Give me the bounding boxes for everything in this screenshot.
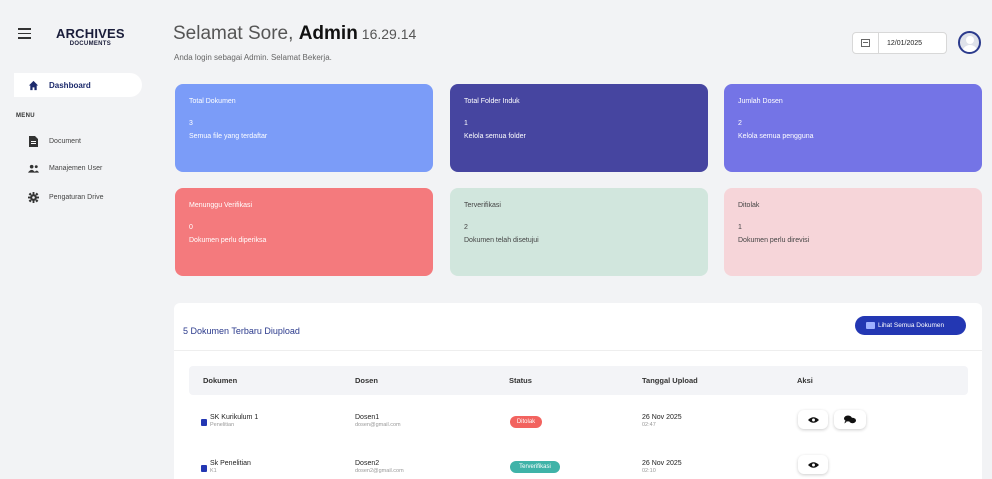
card-jumlah-dosen[interactable]: Jumlah Dosen 2 Kelola semua pengguna	[724, 84, 982, 172]
card-title: Terverifikasi	[464, 202, 501, 209]
card-desc: Kelola semua pengguna	[738, 133, 814, 140]
doc-name: SK Kurikulum 1	[210, 414, 259, 421]
avatar[interactable]	[958, 31, 981, 54]
card-value: 2	[464, 224, 468, 231]
upload-time: 02:47	[642, 422, 656, 428]
file-icon	[201, 419, 207, 426]
divider	[174, 350, 982, 351]
calendar-icon	[861, 39, 870, 47]
page-title: Selamat Sore, Admin 16.29.14	[173, 23, 416, 45]
doc-name: Sk Penelitian	[210, 460, 251, 467]
gear-icon	[28, 192, 39, 203]
dosen-name: Dosen2	[355, 460, 380, 467]
greeting-text: Selamat Sore,	[173, 23, 294, 44]
card-menunggu-verifikasi[interactable]: Menunggu Verifikasi 0 Dokumen perlu dipe…	[175, 188, 433, 276]
dosen-cell: Dosen2 dosen2@gmail.com	[355, 460, 404, 474]
folder-icon	[866, 322, 875, 329]
card-title: Menunggu Verifikasi	[189, 202, 253, 209]
column-header-aksi: Aksi	[797, 376, 813, 385]
sidebar-item-manajemen-user[interactable]: Manajemen User	[28, 163, 102, 174]
sidebar-item-label: Document	[49, 138, 81, 145]
upload-date: 26 Nov 2025	[642, 460, 682, 467]
card-total-folder-induk[interactable]: Total Folder Induk 1 Kelola semua folder	[450, 84, 708, 172]
sidebar-item-label: Dashboard	[49, 80, 91, 90]
card-desc: Kelola semua folder	[464, 133, 526, 140]
date-picker[interactable]: 12/01/2025	[852, 32, 947, 54]
table-header: Dokumen Dosen Status Tanggal Upload Aksi	[189, 366, 968, 395]
dosen-name: Dosen1	[355, 414, 380, 421]
menu-heading: MENU	[16, 113, 35, 119]
date-cell: 26 Nov 2025 02:47	[642, 414, 682, 428]
sidebar: ARCHIVES DOCUMENTS Dashboard MENU Docume…	[0, 0, 152, 479]
sidebar-item-dashboard[interactable]: Dashboard	[14, 73, 142, 97]
card-value: 2	[738, 120, 742, 127]
users-icon	[28, 163, 39, 174]
eye-icon	[807, 416, 819, 423]
brand-title: ARCHIVES	[56, 26, 125, 41]
brand-subtitle: DOCUMENTS	[69, 41, 112, 47]
upload-date: 26 Nov 2025	[642, 414, 682, 421]
doc-cell: Sk Penelitian K1	[210, 460, 251, 474]
column-header-dokumen: Dokumen	[203, 376, 238, 385]
column-header-dosen: Dosen	[355, 376, 378, 385]
sidebar-item-pengaturan-drive[interactable]: Pengaturan Drive	[28, 192, 103, 203]
card-title: Total Dokumen	[189, 98, 236, 105]
column-header-tanggal-upload: Tanggal Upload	[642, 376, 698, 385]
hamburger-menu-icon[interactable]	[18, 28, 31, 39]
card-value: 1	[738, 224, 742, 231]
sidebar-item-document[interactable]: Document	[28, 136, 81, 147]
doc-category: Penelitian	[210, 422, 235, 428]
button-label: Lihat Semua Dokumen	[878, 322, 945, 329]
clock-time: 16.29.14	[361, 26, 417, 42]
file-icon	[201, 465, 207, 472]
divider	[878, 32, 879, 54]
card-desc: Dokumen perlu direvisi	[738, 237, 810, 244]
view-button[interactable]	[798, 455, 828, 474]
dosen-cell: Dosen1 dosen@gmail.com	[355, 414, 401, 428]
eye-icon	[807, 461, 819, 468]
card-ditolak[interactable]: Ditolak 1 Dokumen perlu direvisi	[724, 188, 982, 276]
card-value: 0	[189, 224, 193, 231]
recent-documents-panel: 5 Dokumen Terbaru Diupload Lihat Semua D…	[174, 303, 982, 479]
card-total-dokumen[interactable]: Total Dokumen 3 Semua file yang terdafta…	[175, 84, 433, 172]
upload-time: 02:10	[642, 468, 656, 474]
comments-icon	[844, 415, 856, 424]
avatar-head-icon	[966, 36, 974, 44]
panel-title: 5 Dokumen Terbaru Diupload	[183, 326, 300, 336]
sidebar-item-label: Manajemen User	[49, 165, 103, 172]
sidebar-item-label: Pengaturan Drive	[49, 194, 104, 201]
table-row: SK Kurikulum 1 Penelitian Dosen1 dosen@g…	[189, 404, 968, 440]
date-value: 12/01/2025	[887, 39, 923, 47]
card-desc: Semua file yang terdaftar	[189, 133, 268, 140]
doc-category: K1	[210, 468, 217, 474]
card-desc: Dokumen telah disetujui	[464, 237, 539, 244]
avatar-body-icon	[962, 45, 978, 52]
date-cell: 26 Nov 2025 02:10	[642, 460, 682, 474]
card-value: 1	[464, 120, 468, 127]
card-desc: Dokumen perlu diperiksa	[189, 237, 267, 244]
page-subtitle: Anda login sebagai Admin. Selamat Bekerj…	[174, 53, 332, 62]
comment-button[interactable]	[834, 410, 866, 429]
view-button[interactable]	[798, 410, 828, 429]
table-row: Sk Penelitian K1 Dosen2 dosen2@gmail.com…	[189, 453, 968, 479]
status-badge: Ditolak	[510, 416, 542, 428]
card-title: Ditolak	[738, 202, 760, 209]
card-title: Total Folder Induk	[464, 98, 520, 105]
card-title: Jumlah Dosen	[738, 98, 783, 105]
view-all-documents-button[interactable]: Lihat Semua Dokumen	[855, 316, 966, 335]
user-name: Admin	[298, 23, 358, 44]
card-terverifikasi[interactable]: Terverifikasi 2 Dokumen telah disetujui	[450, 188, 708, 276]
document-icon	[28, 136, 39, 147]
home-icon	[28, 80, 39, 91]
brand-logo: ARCHIVES DOCUMENTS	[56, 27, 125, 47]
status-badge: Terverifikasi	[510, 461, 560, 473]
doc-cell: SK Kurikulum 1 Penelitian	[210, 414, 258, 428]
dosen-email: dosen@gmail.com	[355, 422, 401, 428]
column-header-status: Status	[509, 376, 532, 385]
card-value: 3	[189, 120, 193, 127]
dosen-email: dosen2@gmail.com	[355, 468, 404, 474]
